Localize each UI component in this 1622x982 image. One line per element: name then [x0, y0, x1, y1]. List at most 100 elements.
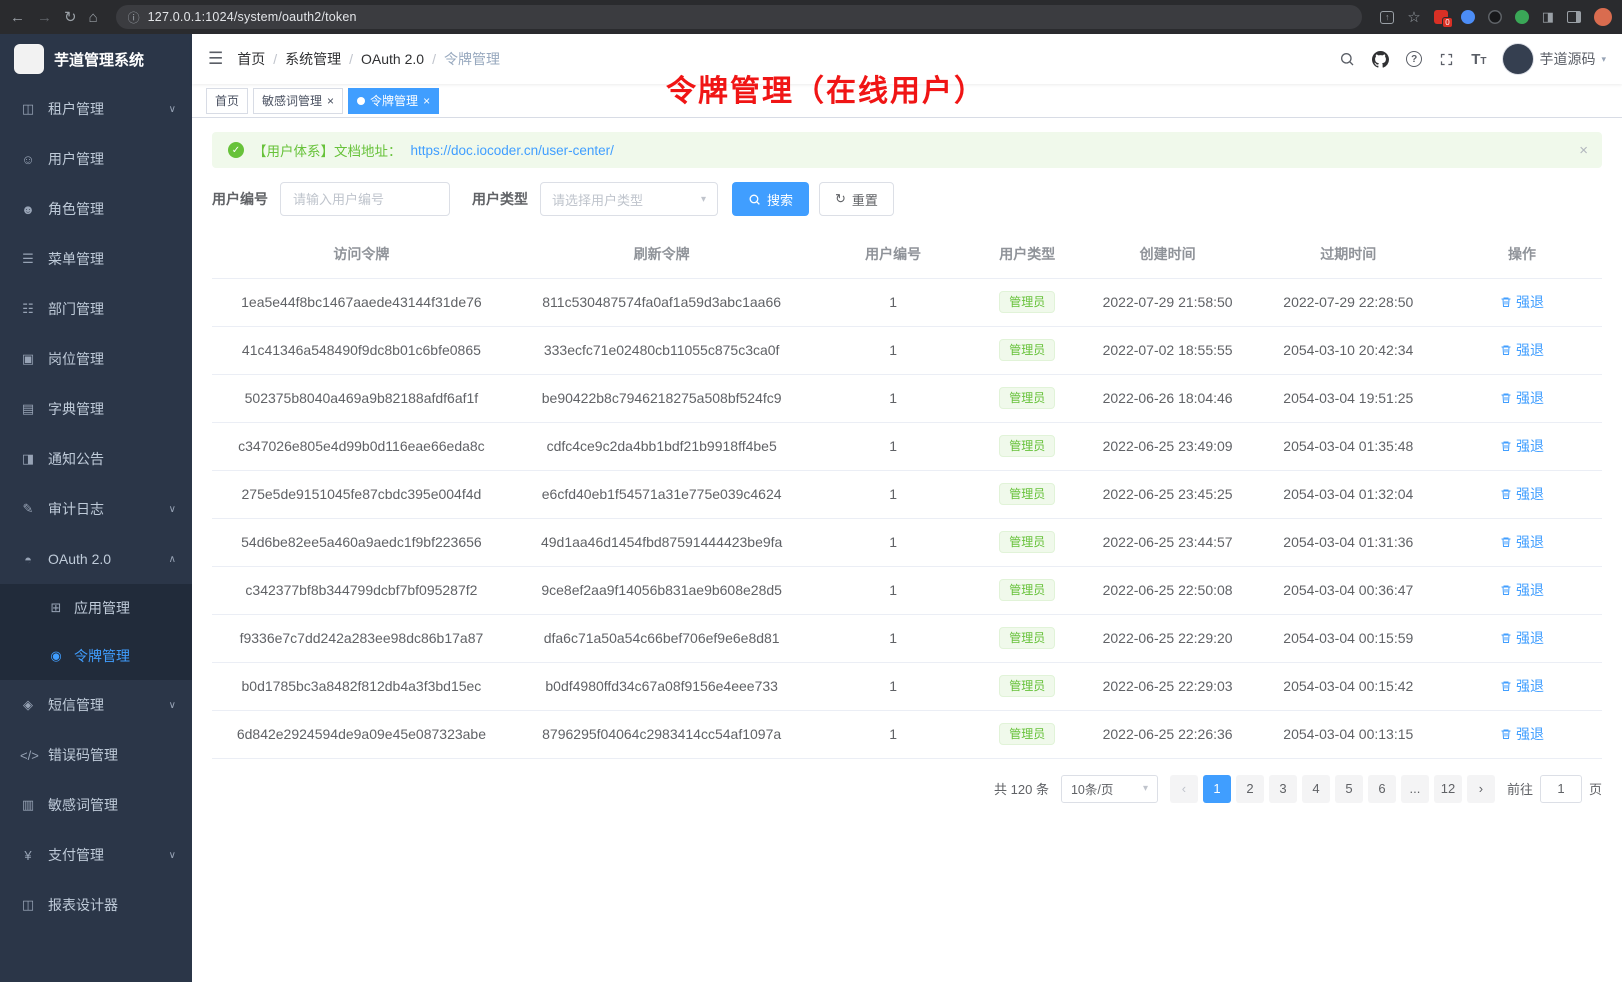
- refresh-token-cell: dfa6c71a50a54c66bef706ef9e6e8d81: [511, 614, 813, 662]
- prev-page-button[interactable]: ‹: [1170, 775, 1198, 803]
- force-logout-button[interactable]: 强退: [1500, 436, 1544, 456]
- sidebar-item-dept[interactable]: ☷部门管理: [0, 284, 192, 334]
- sidebar-subitem-label: 应用管理: [74, 598, 130, 618]
- page-button[interactable]: 3: [1269, 775, 1297, 803]
- sidebar-item-label: 报表设计器: [48, 895, 118, 915]
- page-button[interactable]: 4: [1302, 775, 1330, 803]
- reset-button[interactable]: ↻ 重置: [819, 182, 894, 216]
- action-cell: 强退: [1442, 518, 1602, 566]
- screen: ← → ↻ ⌂ ⓘ 127.0.0.1:1024/system/oauth2/t…: [0, 0, 1622, 982]
- browser-home-icon[interactable]: ⌂: [89, 10, 98, 25]
- next-page-button[interactable]: ›: [1467, 775, 1495, 803]
- address-bar[interactable]: ⓘ 127.0.0.1:1024/system/oauth2/token: [116, 5, 1363, 29]
- page-button[interactable]: 5: [1335, 775, 1363, 803]
- browser-reload-icon[interactable]: ↻: [64, 10, 77, 25]
- sidebar-item-tenant[interactable]: ◫租户管理∨: [0, 84, 192, 134]
- user-type-select[interactable]: 请选择用户类型 ▾: [540, 182, 718, 216]
- extensions-puzzle-icon[interactable]: ◨: [1542, 9, 1554, 25]
- force-logout-button[interactable]: 强退: [1500, 580, 1544, 600]
- table-row: c347026e805e4d99b0d116eae66eda8ccdfc4ce9…: [212, 422, 1602, 470]
- sidebar-item-report-designer[interactable]: ◫报表设计器: [0, 880, 192, 930]
- page-button[interactable]: 1: [1203, 775, 1231, 803]
- page-size-select[interactable]: 10条/页 ▾: [1061, 775, 1158, 803]
- column-header: 过期时间: [1254, 230, 1442, 278]
- sidebar-item-user[interactable]: ☺用户管理: [0, 134, 192, 184]
- breadcrumb-item[interactable]: OAuth 2.0: [361, 51, 424, 67]
- table-row: 41c41346a548490f9dc8b01c6bfe0865333ecfc7…: [212, 326, 1602, 374]
- tab-label: 敏感词管理: [262, 92, 322, 109]
- page-buttons: ‹ 123456...12›: [1170, 775, 1495, 803]
- search-icon[interactable]: [1339, 51, 1355, 67]
- sidebar-item-sensitive-word[interactable]: ▥敏感词管理: [0, 780, 192, 830]
- search-button[interactable]: 搜索: [732, 182, 809, 216]
- sidebar-item-oauth2[interactable]: ◓OAuth 2.0∧: [0, 534, 192, 584]
- force-logout-button[interactable]: 强退: [1500, 388, 1544, 408]
- browser-back-icon[interactable]: ←: [10, 10, 25, 25]
- delete-icon: [1500, 680, 1512, 692]
- sidebar-subitem-app[interactable]: ⊞应用管理: [0, 584, 192, 632]
- extension-red-icon[interactable]: 0: [1434, 10, 1448, 24]
- browser-chrome: ← → ↻ ⌂ ⓘ 127.0.0.1:1024/system/oauth2/t…: [0, 0, 1622, 34]
- fullscreen-icon[interactable]: [1439, 52, 1454, 67]
- help-icon[interactable]: ?: [1406, 51, 1422, 67]
- site-info-icon[interactable]: ⓘ: [128, 9, 140, 26]
- force-logout-button[interactable]: 强退: [1500, 340, 1544, 360]
- sidebar-item-post[interactable]: ▣岗位管理: [0, 334, 192, 384]
- force-logout-button[interactable]: 强退: [1500, 532, 1544, 552]
- force-logout-button[interactable]: 强退: [1500, 676, 1544, 696]
- breadcrumb-item[interactable]: 首页: [237, 49, 265, 69]
- sidebar-subitem-token[interactable]: ◉令牌管理: [0, 632, 192, 680]
- close-icon[interactable]: ×: [327, 95, 334, 107]
- sidebar-collapse-icon[interactable]: ☰: [208, 49, 223, 69]
- page-ellipsis[interactable]: ...: [1401, 775, 1429, 803]
- alert-close-icon[interactable]: ×: [1579, 142, 1588, 159]
- extension-green-icon[interactable]: [1515, 10, 1529, 24]
- doc-link[interactable]: https://doc.iocoder.cn/user-center/: [411, 143, 614, 158]
- browser-profile-avatar[interactable]: [1594, 8, 1612, 26]
- share-icon[interactable]: ↑: [1380, 11, 1394, 24]
- app-logo[interactable]: 芋道管理系统: [0, 34, 192, 84]
- tab-home[interactable]: 首页: [206, 88, 248, 114]
- extension-blue-icon[interactable]: [1461, 10, 1475, 24]
- tab-token[interactable]: 令牌管理×: [348, 88, 439, 114]
- force-logout-button[interactable]: 强退: [1500, 292, 1544, 312]
- goto-page-input[interactable]: [1540, 775, 1582, 803]
- page-size-value: 10条/页: [1071, 779, 1113, 798]
- browser-forward-icon[interactable]: →: [37, 10, 52, 25]
- page-button[interactable]: 6: [1368, 775, 1396, 803]
- role-icon: ☻: [20, 202, 36, 217]
- sidebar-item-pay[interactable]: ¥支付管理∨: [0, 830, 192, 880]
- user-id-cell: 1: [812, 614, 973, 662]
- user-id-input[interactable]: [280, 182, 450, 216]
- sidebar-item-menu[interactable]: ☰菜单管理: [0, 234, 192, 284]
- access-token-cell: c347026e805e4d99b0d116eae66eda8c: [212, 422, 511, 470]
- sidebar-item-sms[interactable]: ◈短信管理∨: [0, 680, 192, 730]
- bookmark-star-icon[interactable]: ☆: [1407, 10, 1420, 25]
- sidebar-item-notice[interactable]: ◨通知公告: [0, 434, 192, 484]
- tab-sensitive-word[interactable]: 敏感词管理 ×: [253, 88, 343, 114]
- expire-time-cell: 2054-03-04 00:36:47: [1254, 566, 1442, 614]
- github-icon[interactable]: [1372, 51, 1389, 68]
- close-icon[interactable]: ×: [423, 95, 430, 107]
- breadcrumb-item: 令牌管理: [444, 49, 500, 69]
- sidebar-item-error-code[interactable]: </>错误码管理: [0, 730, 192, 780]
- table-row: 54d6be82ee5a460a9aedc1f9bf22365649d1aa46…: [212, 518, 1602, 566]
- force-logout-button[interactable]: 强退: [1500, 628, 1544, 648]
- font-size-icon[interactable]: TT: [1471, 51, 1486, 68]
- user-type-badge: 管理员: [999, 483, 1055, 505]
- sidebar-item-role[interactable]: ☻角色管理: [0, 184, 192, 234]
- breadcrumb-item[interactable]: 系统管理: [285, 49, 341, 69]
- side-panel-icon[interactable]: [1567, 11, 1581, 23]
- user-menu[interactable]: 芋道源码 ▾: [1503, 44, 1606, 74]
- sidebar-item-dict[interactable]: ▤字典管理: [0, 384, 192, 434]
- breadcrumb-separator: /: [273, 51, 277, 67]
- code-icon: </>: [20, 748, 36, 763]
- force-logout-label: 强退: [1516, 484, 1544, 504]
- force-logout-button[interactable]: 强退: [1500, 724, 1544, 744]
- force-logout-button[interactable]: 强退: [1500, 484, 1544, 504]
- page-button[interactable]: 12: [1434, 775, 1462, 803]
- sidebar-item-audit-log[interactable]: ✎审计日志∨: [0, 484, 192, 534]
- expire-time-cell: 2054-03-04 19:51:25: [1254, 374, 1442, 422]
- extension-dark-icon[interactable]: [1488, 10, 1502, 24]
- page-button[interactable]: 2: [1236, 775, 1264, 803]
